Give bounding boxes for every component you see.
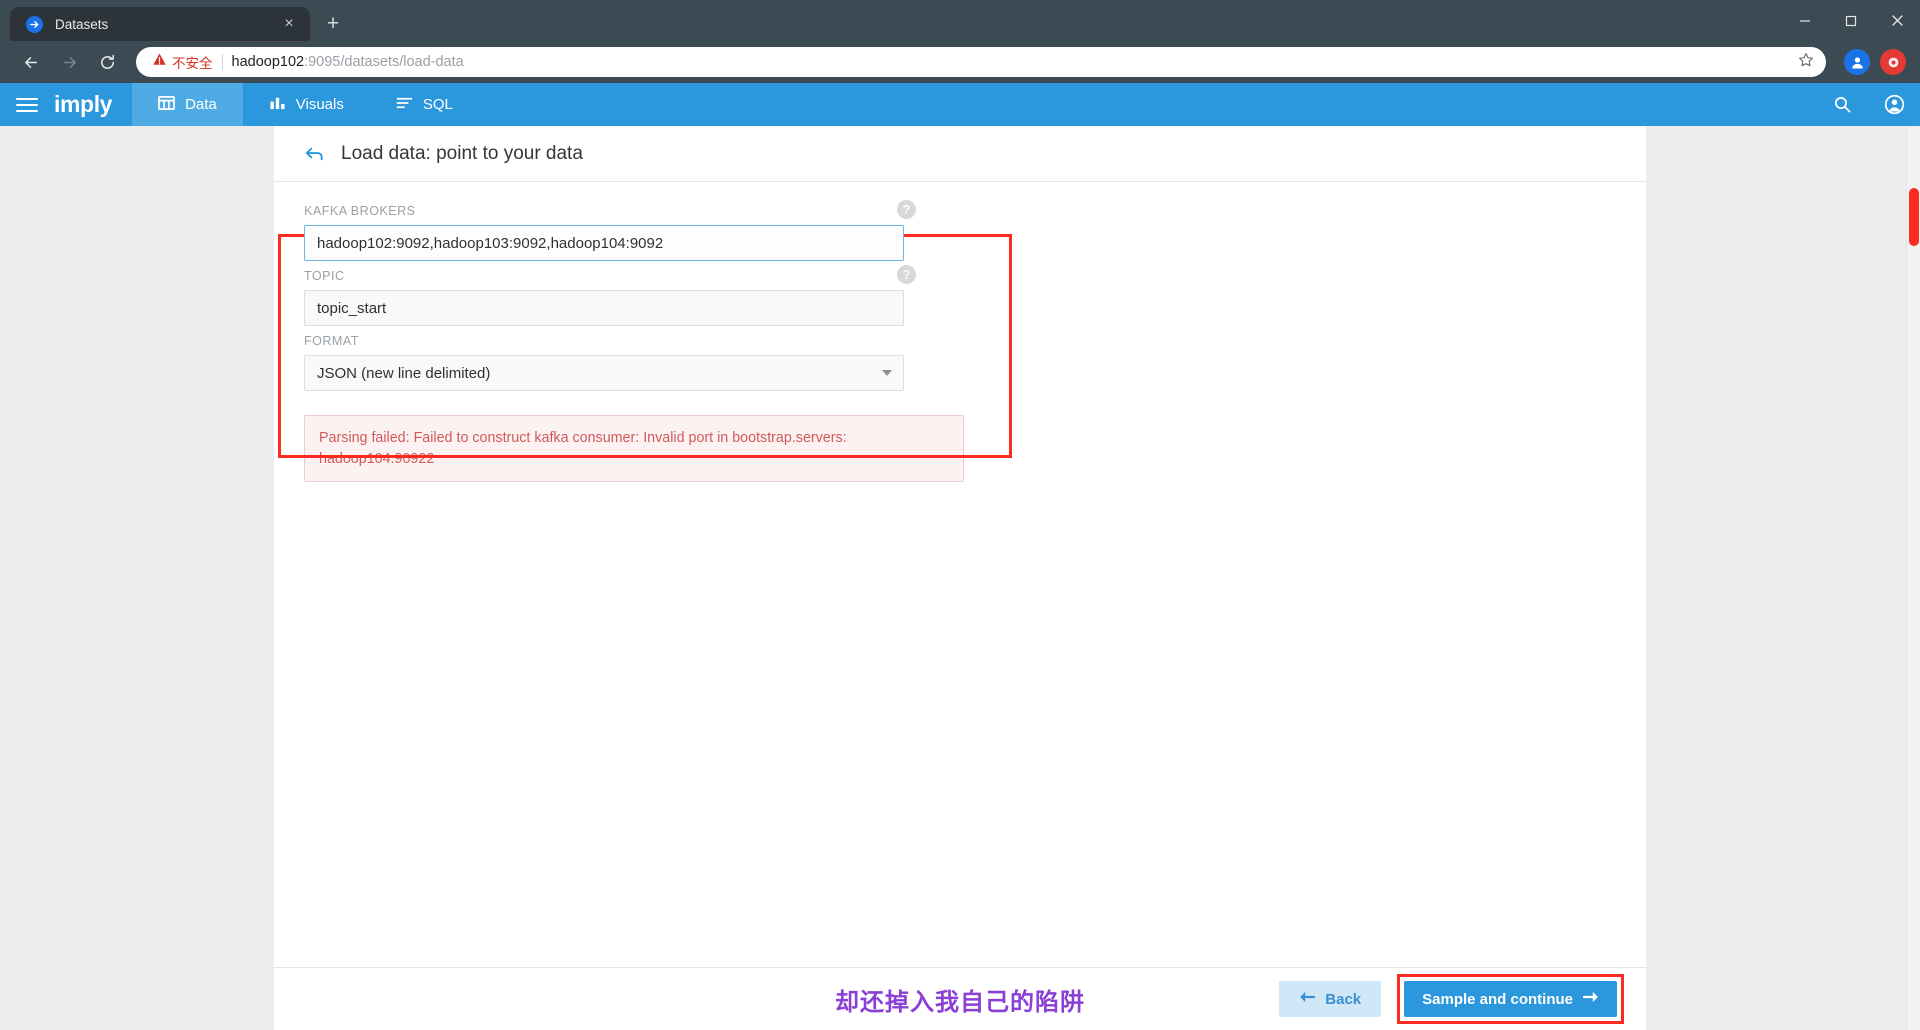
- not-secure-indicator[interactable]: 不安全: [152, 52, 213, 72]
- app-navigation-bar: imply Data Visuals SQL: [0, 83, 1920, 126]
- window-controls: [1782, 0, 1920, 41]
- close-icon[interactable]: ×: [278, 13, 300, 35]
- new-tab-button[interactable]: +: [316, 7, 350, 41]
- extension-icon[interactable]: [1880, 49, 1906, 75]
- load-data-form: KAFKA BROKERS ? TOPIC ? FORMAT JSON (new…: [274, 200, 934, 391]
- search-icon[interactable]: [1816, 83, 1868, 126]
- table-icon: [158, 95, 175, 115]
- brand-area: imply: [0, 83, 132, 126]
- tab-sql-label: SQL: [422, 96, 453, 113]
- arrow-right-circle-icon: [26, 15, 43, 33]
- parsing-error-message: Parsing failed: Failed to construct kafk…: [304, 415, 964, 483]
- back-button-label: Back: [1325, 990, 1362, 1008]
- browser-tab-title: Datasets: [55, 16, 109, 32]
- watermark-center-text: 却还掉入我自己的陷阱: [835, 988, 1085, 1016]
- address-bar[interactable]: 不安全 hadoop102:9095/datasets/load-data: [136, 47, 1826, 77]
- bar-chart-icon: [269, 95, 286, 115]
- tab-data[interactable]: Data: [132, 83, 243, 126]
- arrow-right-icon: [1582, 990, 1599, 1008]
- tab-strip: Datasets × +: [0, 0, 350, 41]
- sample-continue-label: Sample and continue: [1422, 990, 1573, 1008]
- maximize-icon[interactable]: [1828, 0, 1874, 41]
- page-body: Load data: point to your data KAFKA BROK…: [0, 126, 1920, 1030]
- primary-button-annotation-rect: Sample and continue: [1397, 974, 1624, 1024]
- back-arrow-icon[interactable]: [304, 144, 325, 164]
- kafka-brokers-input[interactable]: [304, 225, 904, 261]
- list-lines-icon: [396, 95, 413, 115]
- field-label-format: FORMAT: [304, 334, 359, 348]
- card-footer: 却还掉入我自己的陷阱 Back Sample and continue http…: [274, 967, 1646, 1030]
- back-button[interactable]: Back: [1279, 981, 1382, 1017]
- tab-data-label: Data: [185, 96, 217, 113]
- warning-triangle-icon: [152, 52, 167, 72]
- field-kafka-brokers: KAFKA BROKERS ?: [304, 200, 916, 261]
- format-select-value: JSON (new line delimited): [317, 364, 491, 382]
- profile-avatar[interactable]: [1844, 49, 1870, 75]
- tab-visuals[interactable]: Visuals: [243, 83, 370, 126]
- topic-input[interactable]: [304, 290, 904, 326]
- tab-sql[interactable]: SQL: [370, 83, 479, 126]
- brand-name: imply: [54, 91, 113, 117]
- format-select[interactable]: JSON (new line delimited): [304, 355, 904, 391]
- card-header: Load data: point to your data: [274, 126, 1646, 182]
- url-text: hadoop102:9095/datasets/load-data: [232, 54, 1791, 70]
- browser-tab[interactable]: Datasets ×: [10, 7, 310, 41]
- card-content: KAFKA BROKERS ? TOPIC ? FORMAT JSON (new…: [274, 182, 1646, 967]
- back-navigation-icon[interactable]: [14, 45, 48, 79]
- field-label-kafka-brokers: KAFKA BROKERS: [304, 204, 416, 218]
- omnibox-divider: [221, 54, 223, 70]
- help-icon[interactable]: ?: [897, 200, 916, 219]
- chevron-down-icon[interactable]: [882, 370, 892, 376]
- url-host: hadoop102: [231, 54, 305, 70]
- page-title: Load data: point to your data: [341, 142, 583, 164]
- format-select-wrap: JSON (new line delimited): [304, 355, 904, 391]
- page-scrollbar[interactable]: [1906, 126, 1920, 1030]
- minimize-icon[interactable]: [1782, 0, 1828, 41]
- field-topic: TOPIC ?: [304, 265, 916, 326]
- tab-visuals-label: Visuals: [295, 96, 344, 113]
- browser-tab-bar: Datasets × +: [0, 0, 1920, 41]
- scrollbar-thumb[interactable]: [1909, 188, 1919, 246]
- not-secure-label: 不安全: [172, 56, 213, 71]
- browser-toolbar: 不安全 hadoop102:9095/datasets/load-data: [0, 41, 1920, 83]
- arrow-left-icon: [1299, 990, 1316, 1008]
- url-path: :9095/datasets/load-data: [304, 54, 464, 70]
- field-label-topic: TOPIC: [304, 269, 345, 283]
- star-icon[interactable]: [1798, 52, 1814, 73]
- help-icon[interactable]: ?: [897, 265, 916, 284]
- field-format: FORMAT JSON (new line delimited): [304, 334, 904, 391]
- sample-and-continue-button[interactable]: Sample and continue: [1404, 981, 1617, 1017]
- reload-icon[interactable]: [90, 45, 124, 79]
- app-bar-spacer: [479, 83, 1816, 126]
- hamburger-icon[interactable]: [16, 97, 38, 112]
- close-window-icon[interactable]: [1874, 0, 1920, 41]
- forward-navigation-icon[interactable]: [52, 45, 86, 79]
- load-data-card: Load data: point to your data KAFKA BROK…: [274, 126, 1646, 1030]
- account-circle-icon[interactable]: [1868, 83, 1920, 126]
